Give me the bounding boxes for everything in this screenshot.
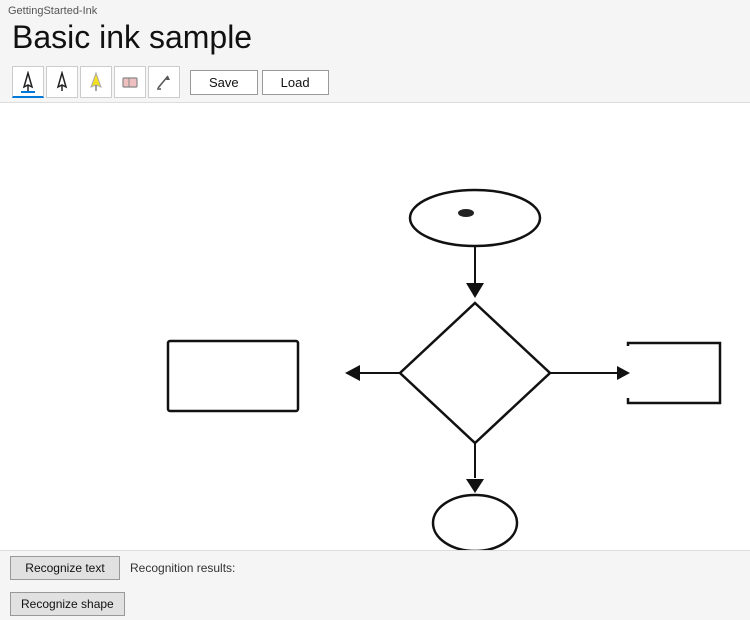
action-buttons: Save Load [190, 70, 329, 95]
toolbar: Save Load [8, 62, 742, 102]
recognize-text-button[interactable]: Recognize text [10, 556, 120, 580]
highlighter-tool[interactable] [80, 66, 112, 98]
recognition-results: Recognition results: [130, 561, 235, 575]
canvas-area[interactable] [0, 102, 750, 562]
save-button[interactable]: Save [190, 70, 258, 95]
ink-canvas[interactable] [0, 103, 750, 562]
clear-tool[interactable] [148, 66, 180, 98]
recognize-shape-button[interactable]: Recognize shape [10, 592, 125, 616]
window-title: GettingStarted-Ink [8, 2, 742, 17]
bottom-bar: Recognize text Recognition results: Reco… [0, 550, 750, 620]
load-button[interactable]: Load [262, 70, 329, 95]
pen1-tool[interactable] [12, 66, 44, 98]
page-title: Basic ink sample [12, 19, 742, 56]
eraser-tool[interactable] [114, 66, 146, 98]
pen2-tool[interactable] [46, 66, 78, 98]
